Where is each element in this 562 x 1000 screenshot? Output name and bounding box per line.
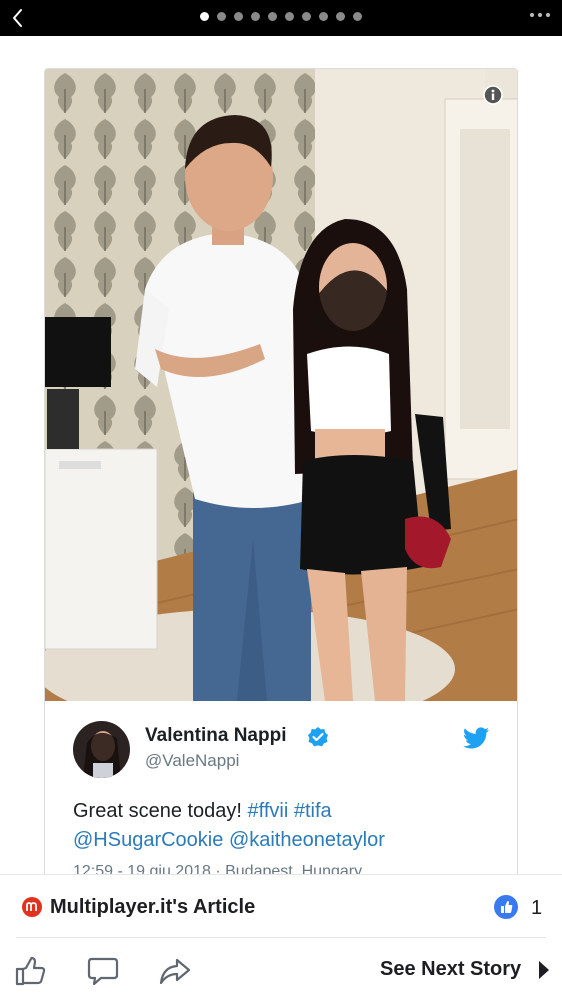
like-count[interactable]: 1: [531, 897, 542, 920]
pager-dot: [251, 12, 260, 21]
divider: [16, 937, 546, 938]
source-article-title[interactable]: Multiplayer.it's Article: [50, 896, 255, 919]
story-top-bar: [0, 0, 562, 36]
pager-dot: [336, 12, 345, 21]
tweet-handle[interactable]: @ValeNappi: [145, 751, 239, 771]
tweet-photo[interactable]: [45, 69, 517, 701]
comment-icon[interactable]: [86, 955, 120, 987]
hashtag-link[interactable]: #ffvii: [248, 800, 289, 822]
info-icon[interactable]: [483, 85, 503, 105]
verified-badge-icon: [308, 727, 328, 747]
more-dots-icon[interactable]: [530, 13, 550, 17]
tweet-text-plain: Great scene today!: [73, 800, 248, 822]
story-pager: [0, 12, 562, 21]
pager-dot: [353, 12, 362, 21]
story-bottom-bar: Multiplayer.it's Article 1 See Next Stor…: [0, 874, 562, 1000]
pager-dot: [200, 12, 209, 21]
tweet-embed-card[interactable]: Valentina Nappi @ValeNappi Great scene t…: [44, 68, 518, 898]
source-logo-icon: [22, 897, 42, 917]
see-next-story-button[interactable]: See Next Story: [380, 958, 521, 981]
mention-link[interactable]: @kaitheonetaylor: [229, 829, 385, 851]
pager-dot: [217, 12, 226, 21]
play-arrow-icon[interactable]: [538, 959, 550, 981]
pager-dot: [319, 12, 328, 21]
pager-dot: [234, 12, 243, 21]
like-thumb-icon: [494, 895, 518, 919]
pager-dot: [302, 12, 311, 21]
hashtag-link[interactable]: #tifa: [294, 800, 332, 822]
tweet-author-name[interactable]: Valentina Nappi: [145, 725, 286, 747]
pager-dot: [268, 12, 277, 21]
photo-illustration: [45, 69, 517, 701]
avatar[interactable]: [73, 721, 130, 778]
share-icon[interactable]: [158, 955, 192, 987]
mention-link[interactable]: @HSugarCookie: [73, 829, 223, 851]
tweet-text: Great scene today! #ffvii #tifa @HSugarC…: [73, 797, 503, 855]
twitter-bird-icon[interactable]: [463, 727, 489, 749]
pager-dot: [285, 12, 294, 21]
like-button-icon[interactable]: [14, 955, 48, 987]
